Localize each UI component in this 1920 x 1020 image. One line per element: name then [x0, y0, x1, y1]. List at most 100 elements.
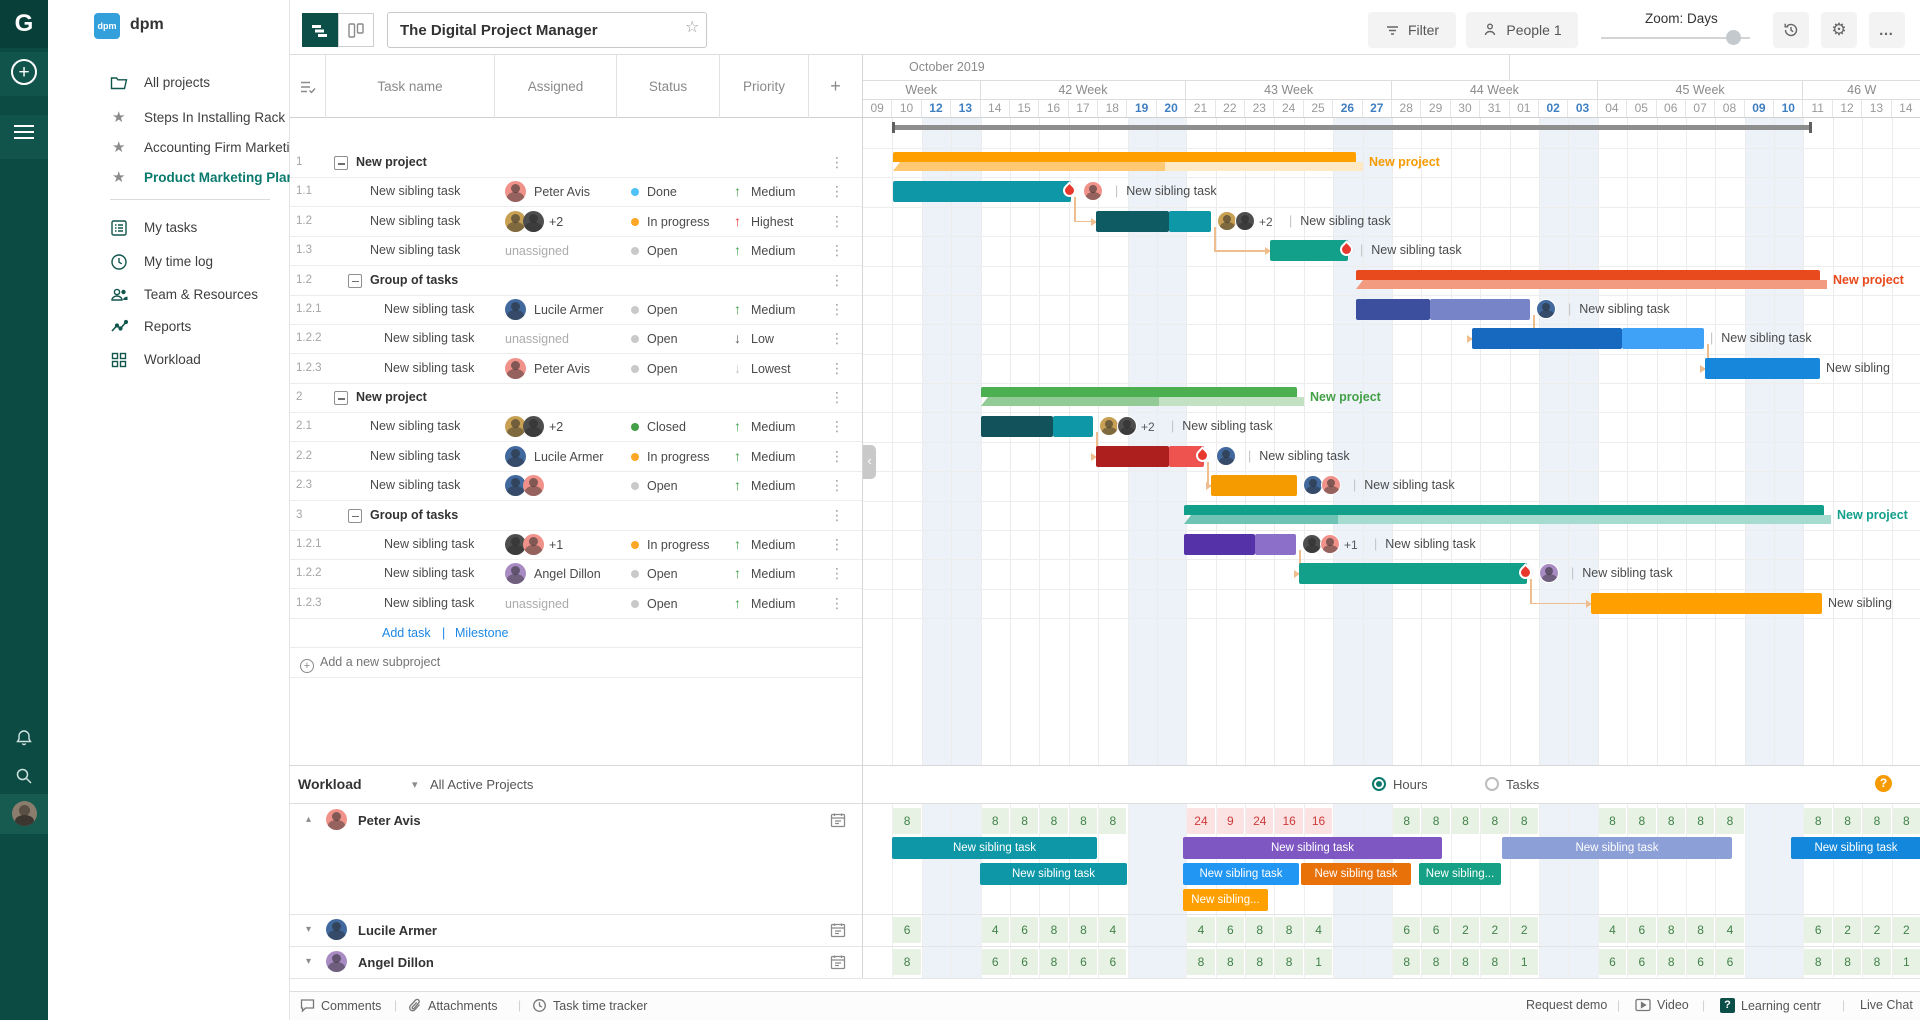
hours-cell[interactable]: 8 — [1658, 917, 1685, 943]
hours-cell[interactable]: 8 — [1246, 917, 1273, 943]
calendar-icon[interactable] — [830, 954, 846, 975]
table-row[interactable]: 1.2.3New sibling taskunassignedOpen↑Medi… — [290, 589, 862, 619]
table-row[interactable]: 1.2Group of tasks⋮ — [290, 266, 862, 296]
hours-cell[interactable]: 8 — [1893, 808, 1920, 834]
workload-task-bar[interactable]: New sibling task — [1301, 863, 1411, 885]
hours-cell[interactable]: 8 — [1804, 949, 1831, 975]
table-row[interactable]: 2.1New sibling task+2Closed↑Medium⋮ — [290, 412, 862, 442]
hours-cell[interactable]: 4 — [1599, 917, 1626, 943]
gantt-task-bar[interactable] — [1270, 240, 1348, 261]
hamburger-menu-icon[interactable] — [14, 125, 34, 139]
sidebar-item-all-projects[interactable]: All projects — [48, 68, 290, 98]
hours-cell[interactable]: 8 — [1452, 808, 1479, 834]
row-menu-kebab-icon[interactable]: ⋮ — [830, 565, 844, 582]
hours-cell[interactable]: 8 — [1099, 808, 1126, 834]
more-options-button[interactable]: … — [1869, 12, 1905, 48]
hours-cell[interactable]: 1 — [1511, 949, 1538, 975]
chevron-down-icon[interactable]: ▾ — [412, 778, 418, 791]
gantt-task-bar[interactable] — [1356, 299, 1430, 320]
hours-cell[interactable]: 8 — [1834, 808, 1861, 834]
table-row[interactable]: 1.2New sibling task+2In progress↑Highest… — [290, 207, 862, 237]
workload-task-bar[interactable]: New sibling task — [892, 837, 1097, 859]
hours-cell[interactable]: 8 — [1716, 808, 1743, 834]
gantt-task-bar[interactable] — [1430, 299, 1530, 320]
hours-cell[interactable]: 8 — [1687, 917, 1714, 943]
row-menu-kebab-icon[interactable]: ⋮ — [830, 418, 844, 435]
collapse-person-icon[interactable]: ▾ — [306, 956, 311, 967]
hours-cell[interactable]: 8 — [1275, 949, 1302, 975]
row-menu-kebab-icon[interactable]: ⋮ — [830, 360, 844, 377]
gantt-task-bar[interactable] — [1096, 446, 1169, 467]
sidebar-item-product-marketing-plan-te[interactable]: ★Product Marketing Plan Te... — [48, 163, 290, 193]
workload-task-bar[interactable]: New sibling task — [1183, 837, 1442, 859]
column-header-assigned[interactable]: Assigned — [495, 55, 617, 118]
settings-gear-icon[interactable]: ⚙ — [1821, 12, 1857, 48]
gantt-project-bar[interactable] — [981, 387, 1297, 397]
gantt-view-toggle[interactable] — [302, 13, 338, 47]
hours-cell[interactable]: 2 — [1863, 917, 1890, 943]
row-menu-kebab-icon[interactable]: ⋮ — [830, 448, 844, 465]
footer-video[interactable]: Video — [1635, 998, 1689, 1012]
gantt-task-bar[interactable] — [1053, 416, 1093, 437]
app-logo[interactable]: G — [0, 0, 48, 48]
people-button[interactable]: People 1 — [1466, 12, 1578, 48]
sidebar-item-my-tasks[interactable]: My tasks — [48, 213, 290, 243]
collapse-toggle[interactable] — [334, 391, 348, 405]
hours-cell[interactable]: 2 — [1834, 917, 1861, 943]
hours-cell[interactable]: 8 — [1511, 808, 1538, 834]
hours-cell[interactable]: 8 — [982, 808, 1009, 834]
gantt-task-bar[interactable] — [1591, 593, 1822, 614]
hours-cell[interactable]: 8 — [1481, 949, 1508, 975]
hours-cell[interactable]: 8 — [893, 949, 920, 975]
hours-cell[interactable]: 1 — [1305, 949, 1332, 975]
hours-cell[interactable]: 8 — [1246, 949, 1273, 975]
notifications-bell-icon[interactable] — [0, 722, 48, 756]
sidebar-item-reports[interactable]: Reports — [48, 312, 290, 342]
row-menu-kebab-icon[interactable]: ⋮ — [830, 301, 844, 318]
hours-cell[interactable]: 24 — [1187, 808, 1214, 834]
hours-cell[interactable]: 8 — [1452, 949, 1479, 975]
table-row[interactable]: 2.2New sibling taskLucile ArmerIn progre… — [290, 442, 862, 472]
row-menu-kebab-icon[interactable]: ⋮ — [830, 242, 844, 259]
gantt-task-bar[interactable] — [1211, 475, 1297, 496]
hours-cell[interactable]: 8 — [1628, 808, 1655, 834]
hours-cell[interactable]: 8 — [1040, 808, 1067, 834]
hours-cell[interactable]: 8 — [1275, 917, 1302, 943]
hours-cell[interactable]: 4 — [1099, 917, 1126, 943]
zoom-slider-thumb[interactable] — [1726, 30, 1741, 45]
gantt-task-bar[interactable] — [893, 181, 1071, 202]
history-button[interactable] — [1773, 12, 1809, 48]
hours-cell[interactable]: 8 — [1217, 949, 1244, 975]
hours-cell[interactable]: 6 — [1716, 949, 1743, 975]
user-avatar[interactable] — [12, 801, 37, 826]
hours-cell[interactable]: 8 — [1011, 808, 1038, 834]
gantt-project-bar[interactable] — [1356, 270, 1820, 280]
hours-cell[interactable]: 8 — [893, 808, 920, 834]
board-view-toggle[interactable] — [338, 13, 374, 47]
hours-cell[interactable]: 8 — [1187, 949, 1214, 975]
hours-cell[interactable]: 8 — [1834, 949, 1861, 975]
footer-attachments[interactable]: Attachments — [408, 998, 497, 1013]
hours-cell[interactable]: 6 — [893, 917, 920, 943]
row-menu-kebab-icon[interactable]: ⋮ — [830, 595, 844, 612]
hours-cell[interactable]: 8 — [1040, 949, 1067, 975]
row-menu-kebab-icon[interactable]: ⋮ — [830, 477, 844, 494]
workload-task-bar[interactable]: New sibling task — [1791, 837, 1920, 859]
hours-cell[interactable]: 6 — [1804, 917, 1831, 943]
gantt-task-bar[interactable] — [1096, 211, 1169, 232]
sidebar-item-accounting-firm-marketing[interactable]: ★Accounting Firm Marketing... — [48, 133, 290, 163]
hours-cell[interactable]: 8 — [1070, 808, 1097, 834]
hours-cell[interactable]: 4 — [1716, 917, 1743, 943]
hours-cell[interactable]: 2 — [1481, 917, 1508, 943]
gantt-task-bar[interactable] — [1705, 358, 1820, 379]
hours-cell[interactable]: 2 — [1511, 917, 1538, 943]
row-menu-kebab-icon[interactable]: ⋮ — [830, 213, 844, 230]
row-menu-kebab-icon[interactable]: ⋮ — [830, 507, 844, 524]
column-header-task-name[interactable]: Task name — [326, 55, 495, 118]
hours-cell[interactable]: 6 — [1628, 917, 1655, 943]
project-title-input[interactable] — [387, 12, 707, 48]
column-header-priority[interactable]: Priority — [720, 55, 809, 118]
footer-learning-centr[interactable]: ?Learning centr — [1720, 998, 1821, 1013]
collapse-person-icon[interactable]: ▾ — [306, 924, 311, 935]
hours-cell[interactable]: 6 — [1217, 917, 1244, 943]
